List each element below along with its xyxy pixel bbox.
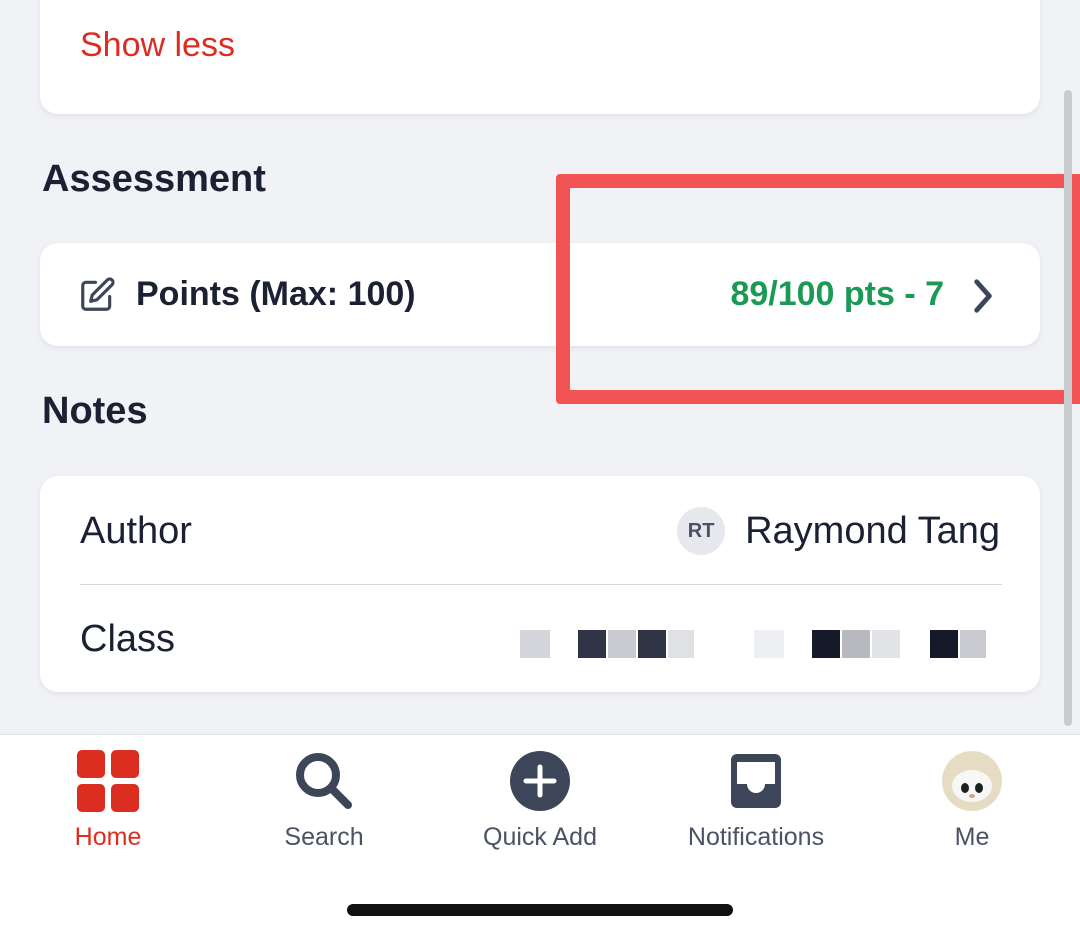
redaction-block <box>930 630 958 658</box>
assessment-card: Points (Max: 100) 89/100 pts - 7 <box>40 243 1040 346</box>
inbox-icon <box>724 749 788 813</box>
author-name: Raymond Tang <box>745 509 1000 552</box>
points-label: Points (Max: 100) <box>136 275 416 313</box>
class-value-redacted <box>520 620 1000 660</box>
grid-icon <box>76 749 140 813</box>
tab-label: Search <box>284 823 364 851</box>
tab-me[interactable]: Me <box>864 749 1080 859</box>
redaction-block <box>812 630 840 658</box>
class-label: Class <box>80 618 176 660</box>
notes-card: Author RT Raymond Tang Class <box>40 476 1040 692</box>
screen: Show less Assessment Points (Max: 100) 8… <box>0 0 1080 932</box>
plus-circle-icon <box>508 749 572 813</box>
points-value: 89/100 pts - 7 <box>730 275 944 313</box>
author-avatar: RT <box>677 507 726 555</box>
tab-home[interactable]: Home <box>0 749 216 859</box>
tab-label: Notifications <box>687 823 825 851</box>
notes-heading: Notes <box>42 390 148 432</box>
tab-notifications[interactable]: Notifications <box>648 749 864 859</box>
chevron-right-icon <box>974 279 992 313</box>
search-icon <box>292 749 356 813</box>
redaction-block <box>578 630 606 658</box>
redaction-block <box>842 630 870 658</box>
redaction-block <box>872 630 900 658</box>
scrollbar[interactable] <box>1064 90 1072 726</box>
bottom-tab-bar: Home Search Quick Add Notifications Me <box>0 734 1080 932</box>
class-row: Class <box>80 584 1000 692</box>
tab-label: Me <box>954 823 990 851</box>
points-row[interactable]: Points (Max: 100) 89/100 pts - 7 <box>40 243 1040 346</box>
redaction-block <box>668 630 694 658</box>
redaction-block <box>638 630 666 658</box>
tab-search[interactable]: Search <box>216 749 432 859</box>
tab-label: Home <box>74 823 142 851</box>
author-label: Author <box>80 510 192 552</box>
show-less-link[interactable]: Show less <box>80 26 235 65</box>
assessment-heading: Assessment <box>42 158 266 200</box>
redaction-block <box>754 630 784 658</box>
redaction-block <box>960 630 986 658</box>
tab-quick-add[interactable]: Quick Add <box>432 749 648 859</box>
redaction-block <box>608 630 636 658</box>
redaction-block <box>520 630 550 658</box>
tab-label: Quick Add <box>483 823 597 851</box>
author-row: Author RT Raymond Tang <box>80 476 1000 584</box>
author-value: RT Raymond Tang <box>677 506 1000 556</box>
profile-avatar <box>940 749 1004 813</box>
edit-icon <box>81 277 115 311</box>
home-indicator[interactable] <box>347 904 733 916</box>
details-card: Show less <box>40 0 1040 114</box>
